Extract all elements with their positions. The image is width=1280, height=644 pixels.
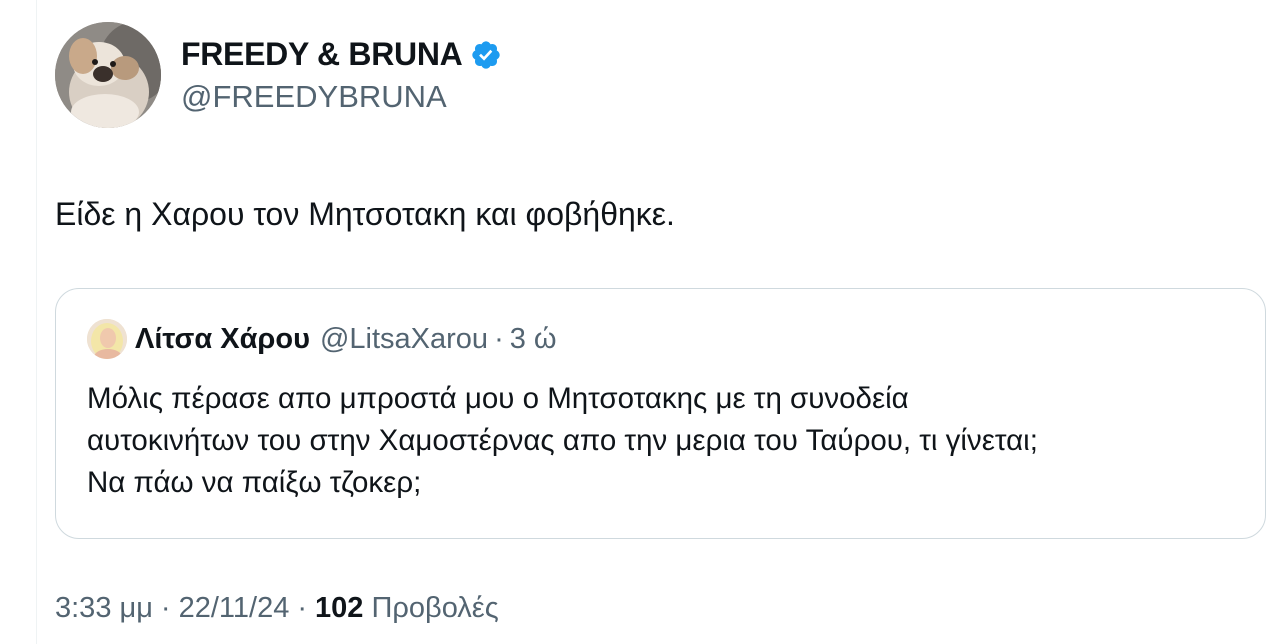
quoted-tweet-header: Λίτσα Χάρου @LitsaXarou · 3 ώ <box>87 319 557 359</box>
quoted-separator: · <box>494 322 504 355</box>
quoted-text-line: αυτοκινήτων του στην Χαμοστέρνας απο την… <box>87 424 1038 457</box>
woman-photo-icon <box>87 319 127 359</box>
author-name-text: FREEDY & BRUNA <box>181 36 463 72</box>
author-handle[interactable]: @FREEDYBRUNA <box>181 79 447 115</box>
quoted-tweet-text: Μόλις πέρασε απο μπροστά μου ο Μητσοτακη… <box>87 378 1247 504</box>
quoted-author-handle[interactable]: @LitsaXarou <box>320 323 488 356</box>
meta-separator: · <box>297 592 307 624</box>
views-count: 102 <box>315 592 364 624</box>
quoted-author-avatar[interactable] <box>87 319 127 359</box>
verified-badge-icon[interactable] <box>470 39 502 71</box>
meta-separator: · <box>160 592 171 624</box>
tweet-date[interactable]: 22/11/24 <box>179 592 290 624</box>
tweet-meta: 3:33 μμ · 22/11/24 · 102 Προβολές <box>55 592 499 625</box>
author-avatar[interactable] <box>55 22 161 128</box>
quoted-tweet-card[interactable]: Λίτσα Χάρου @LitsaXarou · 3 ώ Μόλις πέρα… <box>55 288 1266 539</box>
quoted-timestamp[interactable]: 3 ώ <box>510 323 557 356</box>
author-display-name[interactable]: FREEDY & BRUNA <box>181 36 502 73</box>
dog-photo-icon <box>55 22 161 128</box>
quoted-author-name[interactable]: Λίτσα Χάρου <box>135 323 310 356</box>
quoted-text-line: Μόλις πέρασε απο μπροστά μου ο Μητσοτακη… <box>87 382 909 415</box>
tweet-text: Είδε η Χαρου τον Μητσοτακη και φοβήθηκε. <box>55 196 675 232</box>
tweet-time[interactable]: 3:33 μμ <box>55 592 153 624</box>
views-label: Προβολές <box>371 592 499 624</box>
quoted-text-line: Να πάω να παίξω τζοκερ; <box>87 466 422 499</box>
timeline-left-border <box>36 0 37 644</box>
